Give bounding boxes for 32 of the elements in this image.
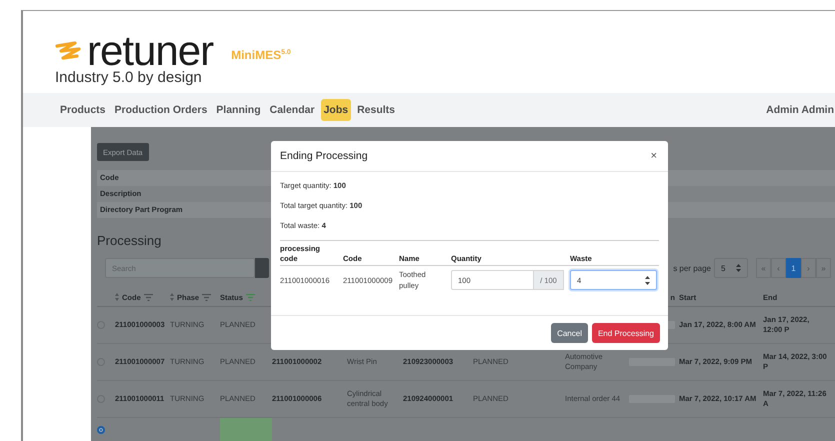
filter-icon[interactable] bbox=[202, 294, 212, 300]
row-radio[interactable] bbox=[97, 426, 105, 434]
page-link[interactable]: › bbox=[801, 258, 816, 278]
user-name[interactable]: Admin Admin bbox=[766, 104, 835, 116]
cancel-button[interactable]: Cancel bbox=[551, 323, 588, 343]
zigzag-logo-icon bbox=[55, 41, 81, 61]
filter-icon[interactable] bbox=[144, 294, 153, 300]
per-page-select[interactable]: 5 bbox=[714, 258, 748, 278]
close-button[interactable]: × bbox=[648, 150, 659, 162]
nav-link[interactable]: Calendar bbox=[266, 99, 318, 121]
nav-link[interactable]: Results bbox=[354, 99, 398, 121]
sort-icon[interactable] bbox=[170, 293, 174, 301]
select-caret-icon bbox=[736, 264, 741, 272]
filter-icon[interactable] bbox=[246, 294, 255, 300]
logo-wordmark: retuner bbox=[87, 33, 214, 69]
per-page-label: s per page bbox=[673, 264, 711, 272]
nav-link[interactable]: Production Orders bbox=[112, 99, 210, 121]
nav-link[interactable]: Jobs bbox=[320, 99, 352, 121]
page-link[interactable]: 1 bbox=[786, 258, 801, 278]
product-name: MiniMES$^{5.0}$ bbox=[231, 48, 291, 62]
nav-link[interactable]: Planning bbox=[213, 99, 264, 121]
tagline: Industry 5.0 by design bbox=[55, 69, 203, 87]
sort-icon[interactable] bbox=[115, 293, 119, 301]
page-link[interactable]: « bbox=[756, 258, 771, 278]
nav-link[interactable]: Products bbox=[57, 99, 109, 121]
dialog-title: Ending Processing bbox=[280, 150, 368, 162]
page-link[interactable]: » bbox=[816, 258, 831, 278]
page-link[interactable]: ‹ bbox=[771, 258, 786, 278]
end-processing-button[interactable]: End Processing bbox=[592, 323, 660, 343]
section-title: Processing bbox=[97, 232, 162, 250]
stepper-icon[interactable] bbox=[645, 276, 650, 284]
search-button[interactable] bbox=[255, 258, 269, 278]
